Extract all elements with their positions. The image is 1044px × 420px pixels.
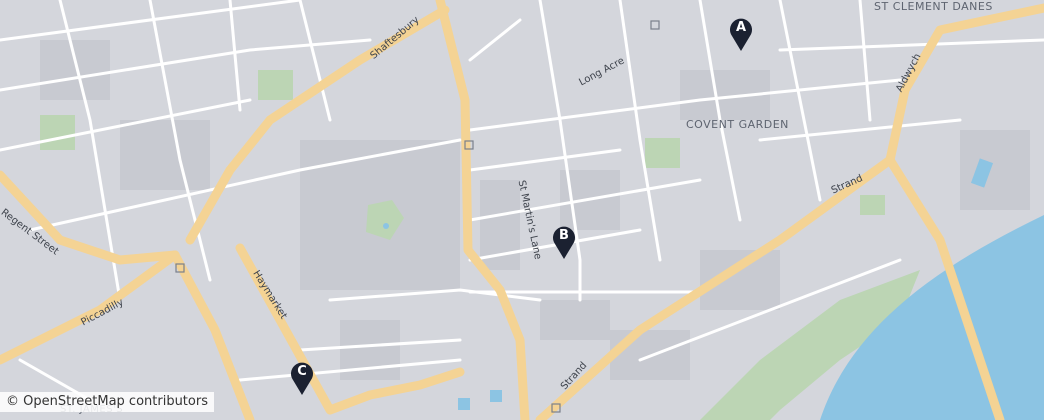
district-label-st-clement-danes: ST CLEMENT DANES bbox=[874, 0, 993, 13]
map-marker-b[interactable]: B bbox=[550, 224, 578, 260]
map-attribution[interactable]: © OpenStreetMap contributors bbox=[0, 392, 214, 412]
map-marker-a[interactable]: A bbox=[727, 16, 755, 52]
marker-letter: C bbox=[297, 364, 307, 379]
marker-letter: A bbox=[735, 20, 747, 35]
map-marker-c[interactable]: C bbox=[288, 360, 316, 396]
marker-letter: B bbox=[559, 228, 569, 243]
district-label-covent-garden: COVENT GARDEN bbox=[686, 118, 789, 131]
map-canvas[interactable]: ST CLEMENT DANES COVENT GARDEN ST. JAMES… bbox=[0, 0, 1044, 420]
